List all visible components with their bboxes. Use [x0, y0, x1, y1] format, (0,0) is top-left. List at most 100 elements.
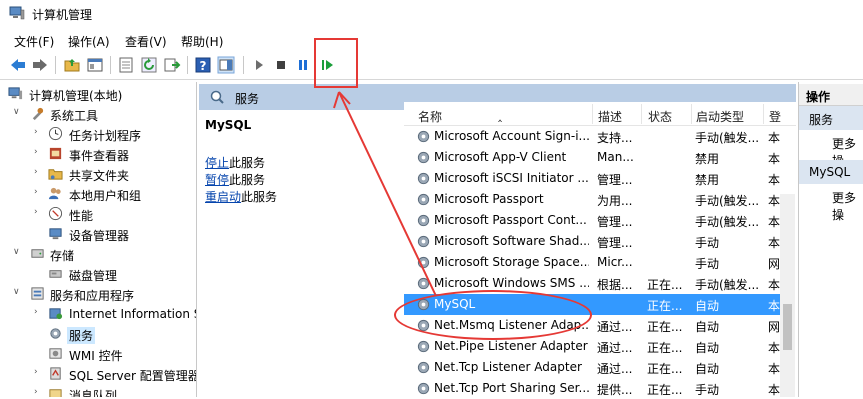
computer-management-icon [9, 6, 25, 20]
event-viewer-icon [49, 147, 62, 160]
service-row[interactable]: Net.Tcp Listener Adapter 通过... 正在... 自动 本 [404, 357, 780, 378]
actions-section-mysql-label: MySQL [809, 165, 851, 179]
services-panel: 服务 MySQL 停止此服务 暂停此服务 重启动此服务 ‸ 名称 描述 状态 启… [199, 84, 796, 397]
service-logon: 本 [768, 362, 780, 376]
export-icon[interactable] [163, 56, 181, 74]
scrollbar-thumb[interactable] [783, 304, 792, 350]
actions-pane: 操作 服务 更多操 MySQL 更多操 [798, 82, 863, 397]
tree-label-disk-management: 磁盘管理 [69, 269, 118, 283]
service-status: 正在... [647, 278, 683, 292]
service-status: 正在... [647, 299, 683, 313]
properties-icon[interactable] [117, 56, 135, 74]
play-icon[interactable] [250, 56, 268, 74]
service-name: Microsoft Windows SMS ... [434, 276, 589, 290]
service-row[interactable]: Net.Tcp Port Sharing Ser... 提供... 正在... 手动 本 [404, 378, 780, 399]
stop-service-link[interactable]: 停止 [205, 156, 229, 170]
service-status: 正在... [647, 341, 683, 355]
storage-icon [31, 249, 44, 258]
shared-folder-icon [48, 169, 63, 180]
service-logon: 本 [768, 215, 780, 229]
disk-icon [49, 270, 62, 278]
pause-service-link[interactable]: 暂停 [205, 173, 229, 187]
gear-icon [417, 361, 430, 374]
gear-icon [417, 340, 430, 353]
more-actions-mysql[interactable]: 更多操 [832, 189, 863, 223]
service-name: Microsoft Account Sign-i... [434, 129, 589, 143]
tree-label-system-tools: 系统工具 [50, 109, 99, 123]
service-startup-type: 手动(触发... [695, 131, 760, 145]
column-startup-type[interactable]: 启动类型 [696, 108, 744, 125]
service-description: 通过... [597, 341, 633, 355]
service-logon: 网 [768, 320, 780, 334]
gear-icon [50, 328, 61, 339]
actions-section-mysql[interactable]: MySQL [799, 160, 863, 184]
computer-management-icon [8, 87, 23, 100]
up-folder-icon[interactable] [63, 56, 81, 74]
column-name[interactable]: 名称 [418, 108, 442, 125]
chevron-down-icon[interactable]: ∨ [13, 107, 23, 117]
chevron-right-icon[interactable]: › [34, 307, 44, 317]
chevron-right-icon[interactable]: › [34, 187, 44, 197]
service-row[interactable]: Net.Pipe Listener Adapter 通过... 正在... 自动 本 [404, 336, 780, 357]
service-name: Microsoft Passport [434, 192, 544, 206]
refresh-icon[interactable] [140, 56, 158, 74]
sql-server-icon [50, 367, 61, 380]
chevron-right-icon[interactable]: › [34, 147, 44, 157]
tree-label-message-queue: 消息队列 [69, 389, 118, 397]
service-row[interactable]: Microsoft App-V Client Man... 禁用 本 [404, 147, 780, 168]
clock-icon [48, 126, 63, 141]
menu-view[interactable]: 查看(V) [125, 33, 167, 50]
iis-icon [49, 308, 63, 320]
menu-help[interactable]: 帮助(H) [181, 33, 223, 50]
service-row[interactable]: Microsoft Software Shad... 管理... 手动 本 [404, 231, 780, 252]
service-name: Net.Tcp Port Sharing Ser... [434, 381, 589, 395]
wmi-icon [49, 348, 62, 359]
search-gear-icon [210, 90, 224, 104]
service-row[interactable]: Microsoft Passport Cont... 管理... 手动(触发... 本 [404, 210, 780, 231]
forward-icon[interactable] [31, 56, 49, 74]
service-description: 支持... [597, 131, 633, 145]
chevron-right-icon[interactable]: › [34, 367, 44, 377]
service-description: Micr... [597, 255, 633, 269]
show-hide-tree-icon[interactable] [86, 56, 104, 74]
service-row[interactable]: Microsoft Account Sign-i... 支持... 手动(触发...… [404, 126, 780, 147]
chevron-down-icon[interactable]: ∨ [13, 247, 23, 257]
column-description[interactable]: 描述 [598, 108, 622, 125]
service-description: 通过... [597, 362, 633, 376]
services-header-title: 服务 [235, 92, 260, 106]
sort-ascending-icon: ‸ [498, 108, 503, 122]
chevron-right-icon[interactable]: › [34, 207, 44, 217]
stop-icon[interactable] [272, 56, 290, 74]
restart-service-link[interactable]: 重启动 [205, 190, 241, 204]
list-scrollbar[interactable] [780, 194, 795, 397]
menu-action[interactable]: 操作(A) [68, 33, 110, 50]
service-row[interactable]: Microsoft iSCSI Initiator ... 管理... 禁用 本 [404, 168, 780, 189]
service-name: Microsoft iSCSI Initiator ... [434, 171, 589, 185]
chevron-down-icon[interactable]: ∨ [13, 287, 23, 297]
actions-section-services[interactable]: 服务 [799, 106, 863, 130]
message-queue-icon [49, 389, 62, 397]
service-startup-type: 自动 [695, 320, 720, 334]
service-row[interactable]: Microsoft Storage Space... Micr... 手动 网 [404, 252, 780, 273]
gear-icon [417, 235, 430, 248]
annotation-highlight-box [314, 38, 358, 88]
performance-icon [48, 206, 63, 221]
menu-file[interactable]: 文件(F) [14, 33, 54, 50]
show-action-pane-icon[interactable] [217, 56, 235, 74]
chevron-right-icon[interactable]: › [34, 387, 44, 397]
chevron-right-icon[interactable]: › [34, 167, 44, 177]
chevron-right-icon[interactable]: › [34, 127, 44, 137]
pause-icon[interactable] [294, 56, 312, 74]
column-logon[interactable]: 登 [769, 108, 781, 125]
tree-label-services-apps: 服务和应用程序 [50, 289, 135, 303]
gear-icon [417, 214, 430, 227]
restart-service-text: 此服务 [241, 190, 278, 204]
service-name: Microsoft Storage Space... [434, 255, 589, 269]
back-icon[interactable] [9, 56, 27, 74]
service-description: 管理... [597, 236, 633, 250]
gear-icon [417, 130, 430, 143]
service-row[interactable]: Microsoft Passport 为用... 手动(触发... 本 [404, 189, 780, 210]
gear-icon [417, 277, 430, 290]
column-status[interactable]: 状态 [648, 108, 672, 125]
help-icon[interactable]: ? [194, 56, 212, 74]
